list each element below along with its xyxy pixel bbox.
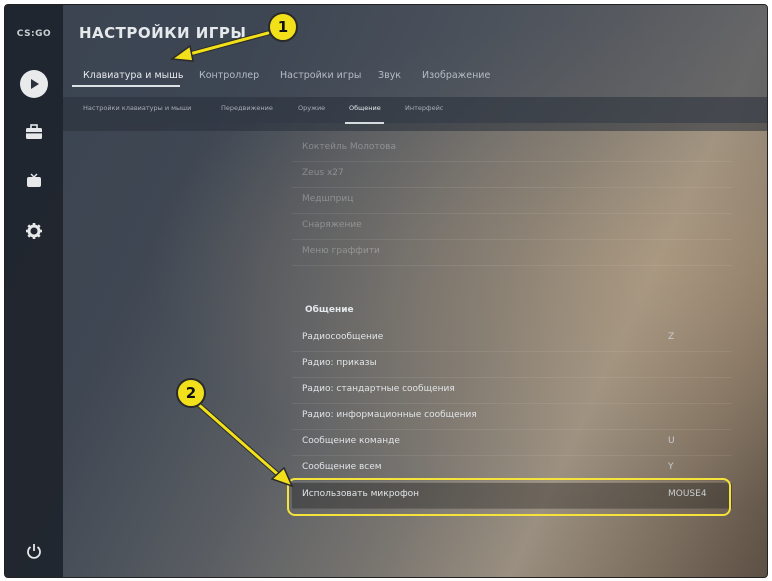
- annotation-arrows: [169, 30, 294, 488]
- annotation-badge-2: 2: [176, 378, 206, 408]
- annotation-badge-1: 1: [268, 12, 298, 42]
